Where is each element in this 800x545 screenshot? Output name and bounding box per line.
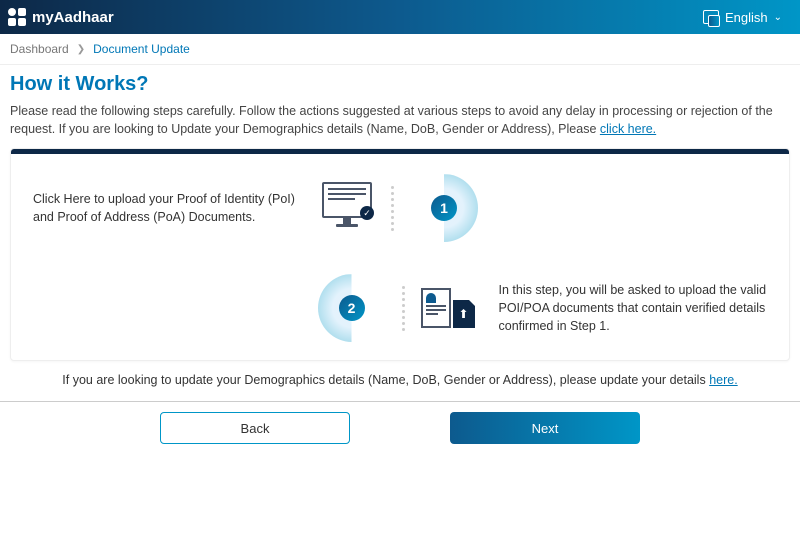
breadcrumb-current[interactable]: Document Update [93,42,190,56]
app-header: myAadhaar English ⌄ [0,0,800,34]
page-title: How it Works? [10,73,790,96]
back-button[interactable]: Back [160,412,350,444]
footer-here-link[interactable]: here. [709,373,738,387]
logo[interactable]: myAadhaar [8,8,114,26]
intro-click-here-link[interactable]: click here. [600,122,656,136]
step-1-row: Click Here to upload your Proof of Ident… [33,174,767,242]
chevron-right-icon: ❯ [77,44,85,55]
step-1-text: Click Here to upload your Proof of Ident… [33,190,303,226]
chevron-down-icon: ⌄ [774,12,782,23]
steps-card: Click Here to upload your Proof of Ident… [10,148,790,361]
button-bar: Back Next [0,402,800,454]
language-selector[interactable]: English ⌄ [703,10,782,25]
separator-dots [402,286,405,331]
footer-note: If you are looking to update your Demogr… [10,373,790,387]
document-upload-icon: ⬆ [421,288,475,328]
step-2-badge: 2 [318,274,386,342]
breadcrumb-root[interactable]: Dashboard [10,42,69,56]
page-content: How it Works? Please read the following … [0,65,800,387]
next-button[interactable]: Next [450,412,640,444]
step-1-badge: 1 [410,174,478,242]
translate-icon [703,10,719,24]
step-2-row: 2 ⬆ In this step, you will be asked to u… [33,274,767,342]
monitor-check-icon: ✓ [319,182,375,234]
breadcrumb: Dashboard ❯ Document Update [0,34,800,65]
language-label: English [725,10,768,25]
separator-dots [391,186,394,231]
logo-grid-icon [8,8,26,26]
app-name: myAadhaar [32,9,114,26]
step-2-text: In this step, you will be asked to uploa… [491,281,768,335]
intro-text: Please read the following steps carefull… [10,102,790,138]
